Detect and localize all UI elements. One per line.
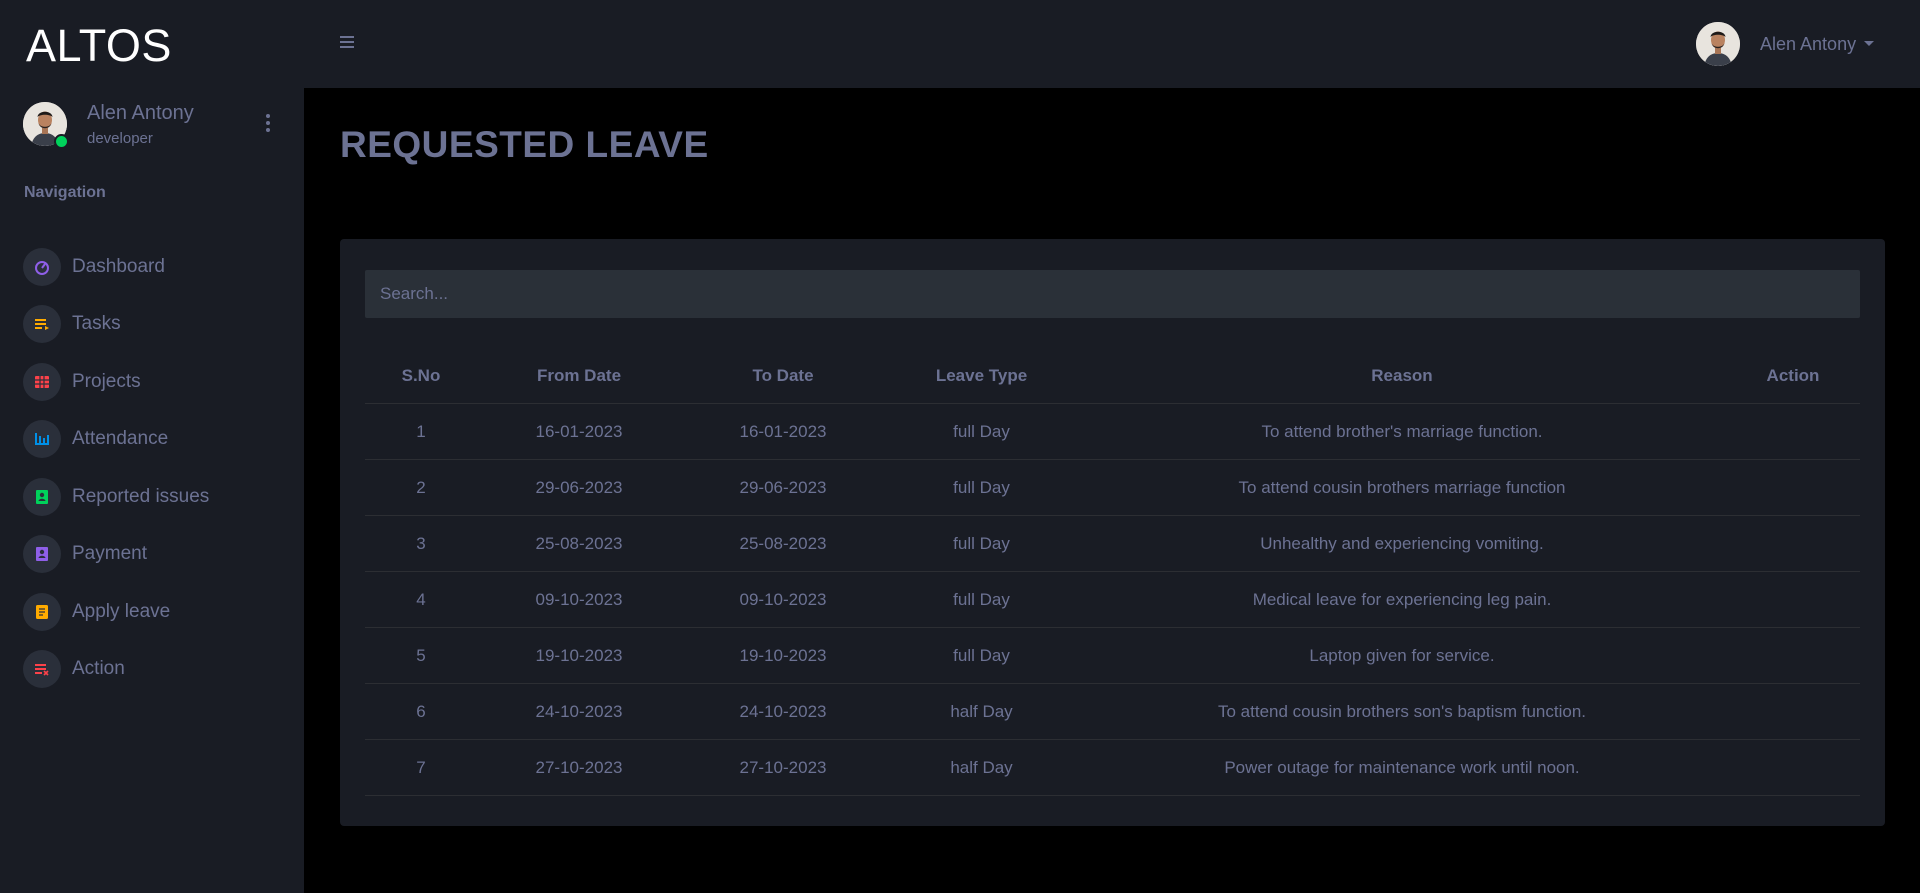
- leave-table-card: S.No From Date To Date Leave Type Reason…: [340, 239, 1885, 826]
- cell-action: [1726, 683, 1860, 740]
- leave-table: S.No From Date To Date Leave Type Reason…: [365, 349, 1860, 796]
- cell-from-date: 29-06-2023: [477, 459, 681, 516]
- document-icon: [23, 592, 61, 631]
- profile-name: Alen Antony: [87, 102, 194, 124]
- cell-leave-type: half Day: [885, 683, 1078, 740]
- cell-sno: 7: [365, 739, 477, 796]
- sidebar-item-projects[interactable]: Projects: [23, 353, 293, 411]
- brand-logo[interactable]: ALTOS: [26, 20, 172, 72]
- menu-toggle-icon[interactable]: [340, 36, 354, 48]
- table-icon: [23, 362, 61, 401]
- contact-card-icon: [23, 535, 61, 574]
- sidebar-item-attendance[interactable]: Attendance: [23, 411, 293, 469]
- sidebar-item-label: Tasks: [72, 313, 121, 335]
- sidebar-item-label: Dashboard: [72, 255, 165, 277]
- column-header-leave-type: Leave Type: [885, 349, 1078, 404]
- sidebar-item-apply-leave[interactable]: Apply leave: [23, 583, 293, 641]
- sidebar-item-label: Reported issues: [72, 485, 210, 507]
- sidebar-item-dashboard[interactable]: Dashboard: [23, 238, 293, 296]
- cell-from-date: 27-10-2023: [477, 739, 681, 796]
- cell-from-date: 19-10-2023: [477, 627, 681, 684]
- table-row: 7 27-10-2023 27-10-2023 half Day Power o…: [365, 739, 1860, 796]
- more-options-icon[interactable]: [261, 112, 275, 134]
- cell-from-date: 25-08-2023: [477, 515, 681, 572]
- sidebar-profile: Alen Antony developer: [23, 102, 293, 149]
- sidebar-item-label: Action: [72, 658, 125, 680]
- table-row: 1 16-01-2023 16-01-2023 full Day To atte…: [365, 403, 1860, 460]
- table-row: 4 09-10-2023 09-10-2023 full Day Medical…: [365, 571, 1860, 628]
- cell-to-date: 19-10-2023: [681, 627, 885, 684]
- cell-action: [1726, 571, 1860, 628]
- profile-role: developer: [87, 130, 153, 147]
- sidebar-item-reported-issues[interactable]: Reported issues: [23, 468, 293, 526]
- table-row: 3 25-08-2023 25-08-2023 full Day Unhealt…: [365, 515, 1860, 572]
- cell-action: [1726, 739, 1860, 796]
- column-header-from-date: From Date: [477, 349, 681, 404]
- column-header-action: Action: [1726, 349, 1860, 404]
- top-navbar: Alen Antony: [304, 0, 1920, 88]
- top-user-name: Alen Antony: [1760, 33, 1857, 54]
- cell-from-date: 24-10-2023: [477, 683, 681, 740]
- table-row: 2 29-06-2023 29-06-2023 full Day To atte…: [365, 459, 1860, 516]
- nav-heading: Navigation: [24, 184, 106, 201]
- cell-reason: Laptop given for service.: [1078, 627, 1726, 684]
- cell-leave-type: full Day: [885, 627, 1078, 684]
- cell-from-date: 09-10-2023: [477, 571, 681, 628]
- cell-leave-type: half Day: [885, 739, 1078, 796]
- speedometer-icon: [23, 247, 61, 286]
- cell-action: [1726, 515, 1860, 572]
- avatar: [1696, 22, 1740, 66]
- cell-sno: 6: [365, 683, 477, 740]
- cell-leave-type: full Day: [885, 459, 1078, 516]
- cell-leave-type: full Day: [885, 403, 1078, 460]
- cell-leave-type: full Day: [885, 515, 1078, 572]
- sidebar-item-payment[interactable]: Payment: [23, 526, 293, 584]
- column-header-sno: S.No: [365, 349, 477, 404]
- sidebar-item-label: Payment: [72, 543, 147, 565]
- column-header-reason: Reason: [1078, 349, 1726, 404]
- cell-to-date: 29-06-2023: [681, 459, 885, 516]
- cell-action: [1726, 403, 1860, 460]
- table-row: 5 19-10-2023 19-10-2023 full Day Laptop …: [365, 627, 1860, 684]
- table-header-row: S.No From Date To Date Leave Type Reason…: [365, 349, 1860, 404]
- table-row: 6 24-10-2023 24-10-2023 half Day To atte…: [365, 683, 1860, 740]
- cell-sno: 5: [365, 627, 477, 684]
- cell-to-date: 25-08-2023: [681, 515, 885, 572]
- search-input[interactable]: [365, 270, 1860, 318]
- sidebar: ALTOS Alen Antony developer Navigation D…: [0, 0, 304, 893]
- cell-sno: 4: [365, 571, 477, 628]
- cell-action: [1726, 627, 1860, 684]
- cell-sno: 2: [365, 459, 477, 516]
- online-status-dot: [54, 134, 69, 149]
- sidebar-item-label: Projects: [72, 370, 141, 392]
- cell-sno: 3: [365, 515, 477, 572]
- cell-from-date: 16-01-2023: [477, 403, 681, 460]
- sidebar-item-tasks[interactable]: Tasks: [23, 296, 293, 354]
- cell-reason: Medical leave for experiencing leg pain.: [1078, 571, 1726, 628]
- sidebar-item-label: Attendance: [72, 428, 169, 450]
- cell-reason: Unhealthy and experiencing vomiting.: [1078, 515, 1726, 572]
- cell-to-date: 09-10-2023: [681, 571, 885, 628]
- cell-sno: 1: [365, 403, 477, 460]
- cell-action: [1726, 459, 1860, 516]
- sidebar-item-action[interactable]: Action: [23, 641, 293, 699]
- caret-down-icon: [1864, 40, 1875, 46]
- contact-card-icon: [23, 477, 61, 516]
- cell-to-date: 16-01-2023: [681, 403, 885, 460]
- cell-reason: To attend brother's marriage function.: [1078, 403, 1726, 460]
- playlist-remove-icon: [23, 650, 61, 689]
- playlist-icon: [23, 305, 61, 344]
- cell-leave-type: full Day: [885, 571, 1078, 628]
- page-title: REQUESTED LEAVE: [340, 124, 709, 165]
- sidebar-item-label: Apply leave: [72, 600, 171, 622]
- user-dropdown[interactable]: Alen Antony: [1696, 22, 1875, 66]
- cell-to-date: 24-10-2023: [681, 683, 885, 740]
- sidebar-nav: Dashboard Tasks Projects Attendance Repo…: [23, 238, 293, 698]
- cell-to-date: 27-10-2023: [681, 739, 885, 796]
- column-header-to-date: To Date: [681, 349, 885, 404]
- cell-reason: Power outage for maintenance work until …: [1078, 739, 1726, 796]
- cell-reason: To attend cousin brothers marriage funct…: [1078, 459, 1726, 516]
- cell-reason: To attend cousin brothers son's baptism …: [1078, 683, 1726, 740]
- bar-chart-icon: [23, 420, 61, 459]
